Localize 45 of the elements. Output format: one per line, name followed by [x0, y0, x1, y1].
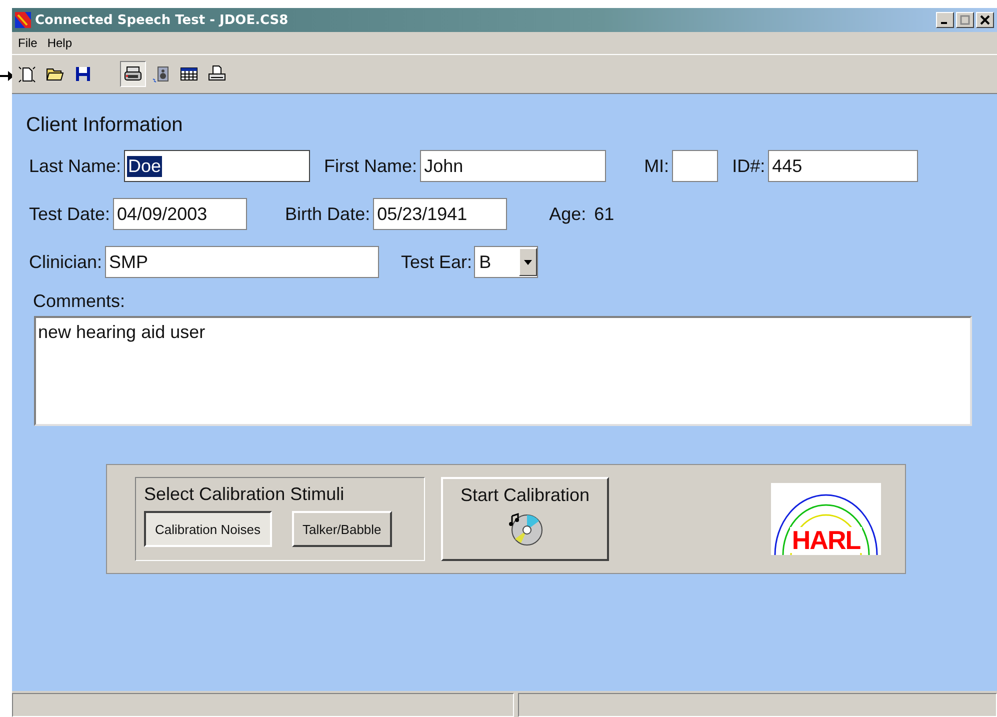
toolbar-button[interactable] — [120, 61, 146, 87]
close-icon — [980, 15, 990, 25]
logo: HARL — [771, 483, 881, 555]
new-file-icon — [18, 65, 36, 83]
minimize-button[interactable] — [936, 12, 954, 28]
speaker-icon — [152, 65, 170, 83]
machine-icon — [124, 65, 142, 83]
menu-item[interactable]: File — [14, 34, 42, 52]
group-title: Select Calibration Stimuli — [144, 484, 346, 505]
field-label: Test Ear: — [401, 252, 472, 272]
window-title: Connected Speech Test - JDOE.CS8 — [35, 12, 290, 28]
field-label: Test Date: — [29, 204, 110, 224]
printer-icon — [208, 65, 226, 83]
section-heading: Client Information — [26, 114, 184, 137]
field-label: Clinician: — [29, 252, 102, 272]
text-field[interactable]: SMP — [105, 246, 380, 278]
field-label: ID#: — [732, 156, 766, 176]
table-icon — [180, 65, 198, 83]
field-label: First Name: — [324, 156, 418, 176]
text-field[interactable]: 04/09/2003 — [113, 198, 248, 230]
field-label: MI: — [644, 156, 670, 176]
dropdown-arrow-icon — [524, 260, 532, 264]
field-label: Age: — [549, 204, 586, 224]
text-field[interactable] — [672, 150, 718, 182]
stimulus-button[interactable]: Calibration Noises — [144, 511, 272, 547]
field-label: Birth Date: — [285, 204, 370, 224]
minimize-icon — [941, 22, 947, 24]
start-calibration-button[interactable]: Start Calibration — [441, 477, 609, 561]
text-field[interactable]: John — [420, 150, 606, 182]
app-icon — [15, 12, 31, 28]
maximize-button[interactable] — [956, 12, 974, 28]
maximize-icon — [960, 15, 970, 25]
close-button[interactable] — [976, 12, 994, 28]
text-field[interactable]: Doe — [124, 150, 310, 182]
text-field[interactable]: 05/23/1941 — [373, 198, 508, 230]
pointer-arrow-icon — [0, 71, 14, 81]
field-label: Last Name: — [29, 156, 122, 176]
menu-item[interactable]: Help — [43, 34, 76, 52]
comments-field[interactable]: new hearing aid user — [34, 316, 972, 426]
dropdown[interactable]: B — [474, 246, 538, 278]
text-field[interactable]: 445 — [768, 150, 918, 182]
field-label: Comments: — [33, 291, 126, 312]
stimulus-button[interactable]: Talker/Babble — [292, 511, 392, 547]
music-disc-icon — [507, 510, 543, 546]
age-value: 61 — [594, 204, 614, 224]
